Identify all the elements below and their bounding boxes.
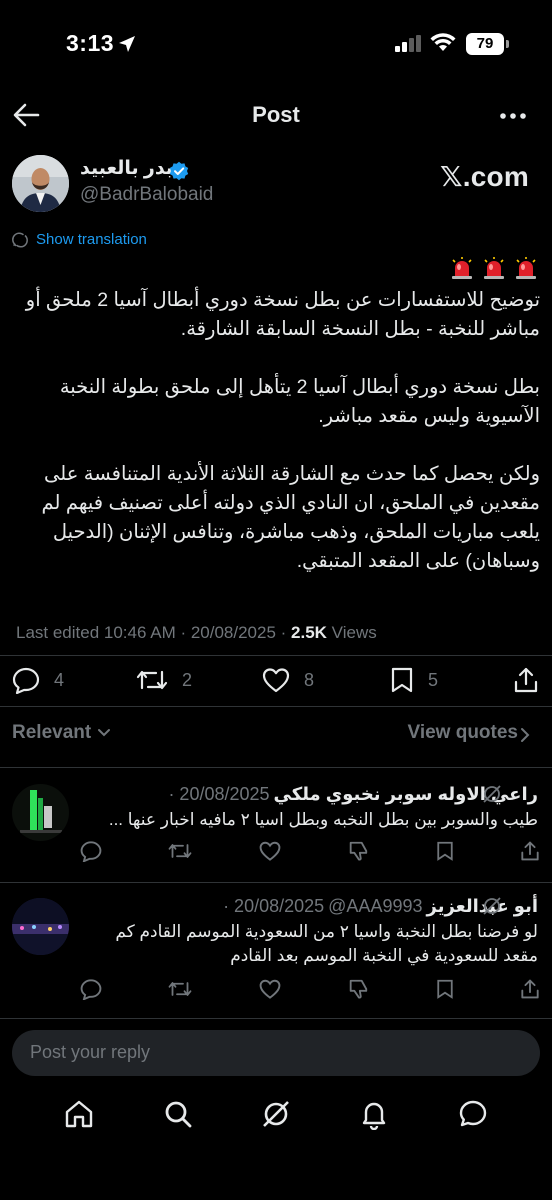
author-name[interactable]: بدر بالعبيد bbox=[80, 157, 173, 180]
views-label: Views bbox=[326, 623, 377, 642]
divider bbox=[0, 882, 552, 883]
siren-icon bbox=[516, 257, 536, 279]
battery-tip bbox=[506, 40, 509, 48]
cellular-signal-icon bbox=[395, 35, 423, 52]
share-icon[interactable] bbox=[520, 840, 540, 862]
share-icon[interactable] bbox=[513, 666, 539, 694]
author-avatar[interactable] bbox=[12, 155, 69, 212]
share-icon[interactable] bbox=[520, 978, 540, 1000]
reply-icon[interactable] bbox=[80, 840, 102, 862]
reply-author-handle[interactable]: @AAA9993 bbox=[328, 896, 422, 917]
siren-icon bbox=[484, 257, 504, 279]
heart-icon bbox=[262, 668, 290, 693]
grok-icon[interactable] bbox=[482, 896, 502, 916]
views-count: 2.5K bbox=[291, 623, 327, 642]
heart-icon[interactable] bbox=[259, 978, 281, 1000]
reply-button[interactable]: 4 bbox=[12, 666, 64, 694]
x-source-tag: 𝕏.com bbox=[440, 161, 529, 192]
like-count: 8 bbox=[304, 669, 315, 690]
reply-icon bbox=[12, 667, 40, 694]
home-tab-icon[interactable] bbox=[63, 1098, 95, 1146]
heart-icon[interactable] bbox=[259, 840, 281, 862]
post-meta: Last edited 10:46 AM · 20/08/2025 · 2.5K… bbox=[16, 623, 377, 643]
grok-tab-icon[interactable] bbox=[260, 1098, 292, 1146]
reply-avatar[interactable] bbox=[12, 898, 69, 955]
post-text: توضيح للاستفسارات عن بطل نسخة دوري أبطال… bbox=[25, 289, 540, 572]
bookmark-button[interactable]: 5 bbox=[390, 666, 438, 694]
chevron-right-icon bbox=[520, 727, 530, 743]
reply-text: طيب والسوبر بين بطل النخبه وبطل اسيا ٢ م… bbox=[108, 810, 538, 829]
repost-icon bbox=[136, 670, 168, 690]
chevron-down-icon bbox=[98, 729, 111, 737]
dislike-icon[interactable] bbox=[347, 978, 369, 1000]
show-translation-link[interactable]: Show translation bbox=[36, 231, 147, 248]
divider bbox=[0, 767, 552, 768]
reply-text: لو فرضنا بطل النخبة واسيا ٢ من السعودية … bbox=[115, 922, 538, 965]
bookmark-icon bbox=[391, 667, 413, 693]
reply-actions bbox=[80, 840, 540, 862]
messages-tab-icon[interactable] bbox=[457, 1098, 489, 1146]
reply-date: · 20/08/2025 bbox=[168, 784, 270, 804]
translate-icon bbox=[12, 232, 28, 248]
author-handle[interactable]: @BadrBalobaid bbox=[80, 184, 213, 206]
siren-icon bbox=[452, 257, 472, 279]
verified-badge-icon bbox=[169, 161, 189, 181]
view-quotes-link[interactable]: View quotes bbox=[407, 722, 518, 744]
bookmark-icon[interactable] bbox=[436, 978, 454, 1000]
reply-actions bbox=[80, 978, 540, 1000]
location-arrow-icon bbox=[118, 35, 136, 53]
like-button[interactable]: 8 bbox=[262, 666, 314, 694]
wifi-icon bbox=[430, 33, 456, 53]
reply-avatar[interactable] bbox=[12, 784, 69, 841]
repost-button[interactable]: 2 bbox=[136, 666, 192, 694]
reply-composer-placeholder: Post your reply bbox=[30, 1042, 151, 1062]
repost-count: 2 bbox=[182, 669, 193, 690]
bookmark-icon[interactable] bbox=[436, 840, 454, 862]
notifications-tab-icon[interactable] bbox=[358, 1098, 390, 1146]
relevant-sort-dropdown[interactable]: Relevant bbox=[12, 722, 111, 744]
bookmark-count: 5 bbox=[428, 669, 439, 690]
relevant-label: Relevant bbox=[12, 722, 92, 743]
battery-indicator: 79 bbox=[466, 33, 504, 55]
repost-icon[interactable] bbox=[168, 978, 192, 1000]
divider bbox=[0, 1018, 552, 1019]
divider bbox=[0, 706, 552, 707]
repost-icon[interactable] bbox=[168, 840, 192, 862]
reply-date: · 20/08/2025 bbox=[223, 896, 325, 916]
grok-icon[interactable] bbox=[482, 784, 502, 804]
bottom-tab-bar bbox=[0, 1098, 552, 1146]
dislike-icon[interactable] bbox=[347, 840, 369, 862]
more-options-icon[interactable] bbox=[498, 106, 528, 126]
last-edited-timestamp[interactable]: Last edited 10:46 AM · 20/08/2025 · bbox=[16, 623, 291, 642]
siren-emoji-row bbox=[450, 256, 538, 280]
search-tab-icon[interactable] bbox=[162, 1098, 194, 1146]
status-time: 3:13 bbox=[66, 30, 115, 56]
reply-icon[interactable] bbox=[80, 978, 102, 1000]
reply-count: 4 bbox=[54, 669, 65, 690]
page-title: Post bbox=[252, 102, 300, 127]
divider bbox=[0, 655, 552, 656]
